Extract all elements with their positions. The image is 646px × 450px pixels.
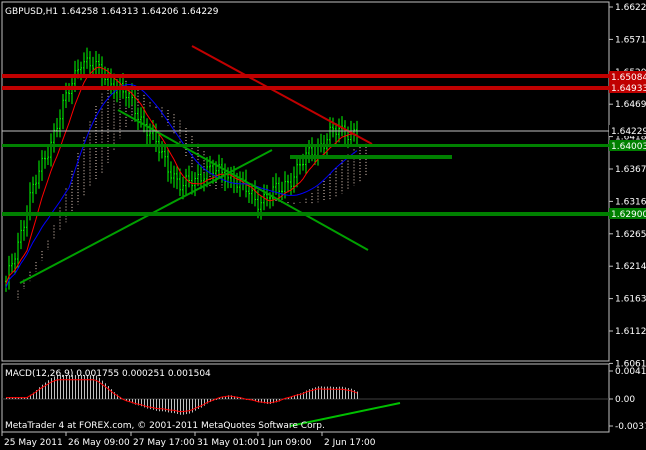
resistance-level-lower[interactable] [2, 86, 609, 90]
macd-bar [186, 399, 187, 415]
macd-bar [171, 399, 172, 413]
time-axis[interactable]: 25 May 2011 26 May 09:00 27 May 17:00 31 Ma… [1, 432, 376, 448]
macd-bar [162, 399, 163, 412]
macd-bar [345, 387, 346, 399]
macd-bar [108, 385, 109, 399]
macd-axis[interactable]: 0.00410 0.00 -0.00378 [609, 367, 646, 432]
macd-bar [357, 391, 358, 399]
macd-bar [324, 386, 325, 399]
macd-bar [333, 386, 334, 399]
time-tick-label: 1 Jun 09:00 [260, 438, 312, 448]
price-tick-label: 1.63160 [615, 197, 646, 207]
chart-window[interactable]: GBPUSD,H1 1.64258 1.64313 1.64206 1.6422… [0, 0, 646, 450]
macd-bar [339, 386, 340, 399]
macd-bar [348, 388, 349, 399]
price-tick-label: 1.61120 [615, 327, 646, 337]
macd-bar [51, 378, 52, 399]
macd-bar [318, 386, 319, 399]
price-axis[interactable]: 1.662201.657101.652001.646901.641801.636… [609, 3, 646, 369]
price-tick-label: 1.64690 [615, 100, 646, 110]
copyright-label: MetaTrader 4 at FOREX.com, © 2001-2011 M… [5, 421, 325, 431]
macd-bar [168, 399, 169, 413]
macd-bar [99, 377, 100, 399]
macd-bar [189, 399, 190, 414]
macd-pane[interactable]: MACD(12,26,9) 0.001755 0.000251 0.001504… [1, 363, 610, 433]
price-tick-label: 1.63670 [615, 165, 646, 175]
macd-bar [327, 386, 328, 399]
time-tick-label: 31 May 01:00 [197, 438, 259, 448]
macd-bar [342, 386, 343, 399]
macd-bar [351, 388, 352, 399]
macd-bar [111, 389, 112, 399]
symbol-label: GBPUSD,H1 1.64258 1.64313 1.64206 1.6422… [5, 7, 219, 17]
macd-bar [102, 380, 103, 399]
macd-tick-label: 0.00 [615, 395, 635, 405]
time-tick-label: 2 Jun 17:00 [324, 438, 376, 448]
macd-bar [336, 387, 337, 399]
macd-bar [54, 376, 55, 399]
price-marker-label: 1.64003 [611, 142, 646, 152]
macd-bar [192, 399, 193, 413]
macd-label: MACD(12,26,9) 0.001755 0.000251 0.001504 [5, 369, 211, 379]
macd-tick-label: 0.00410 [615, 367, 646, 377]
price-pane-frame [1, 1, 610, 362]
macd-bar [174, 399, 175, 414]
support-level-lower[interactable] [2, 212, 609, 216]
price-tick-label: 1.62650 [615, 230, 646, 240]
macd-bar [321, 386, 322, 399]
macd-bar [183, 399, 184, 415]
macd-bar [180, 399, 181, 415]
support-level-short[interactable] [290, 155, 452, 159]
macd-bar [159, 399, 160, 412]
macd-bar [177, 399, 178, 414]
time-tick-label: 25 May 2011 [4, 438, 63, 448]
resistance-level-upper[interactable] [2, 74, 609, 78]
price-tick-label: 1.65710 [615, 35, 646, 45]
price-marker-label: 1.65084 [611, 73, 646, 83]
macd-bar [195, 399, 196, 411]
price-marker-label: 1.64933 [611, 84, 646, 94]
price-tick-label: 1.61630 [615, 295, 646, 305]
price-marker-label: 1.62900 [611, 210, 646, 220]
price-tick-label: 1.66220 [615, 3, 646, 13]
macd-bar [330, 386, 331, 399]
macd-bar [96, 375, 97, 399]
macd-tick-label: -0.00378 [615, 422, 646, 432]
time-tick-label: 26 May 09:00 [68, 438, 130, 448]
support-level-upper[interactable] [2, 144, 609, 147]
time-tick-label: 27 May 17:00 [133, 438, 195, 448]
price-marker-label: 1.64229 [611, 127, 646, 137]
macd-bar [105, 383, 106, 399]
macd-bar [198, 399, 199, 409]
price-tick-label: 1.62140 [615, 262, 646, 272]
price-pane[interactable]: GBPUSD,H1 1.64258 1.64313 1.64206 1.6422… [1, 1, 610, 362]
